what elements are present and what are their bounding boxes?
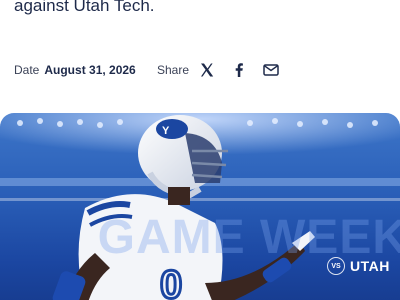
- opponent-name: UTAH: [350, 258, 390, 274]
- share-label: Share: [157, 63, 190, 77]
- email-icon: [263, 64, 279, 76]
- page: against Utah Tech. Date August 31, 2026 …: [0, 0, 400, 300]
- share-email-button[interactable]: [261, 60, 281, 80]
- matchup-badge: VS UTAH: [327, 257, 390, 275]
- share-bar: Share: [157, 59, 293, 81]
- hero-watermark-text: GAME WEEK: [97, 211, 400, 264]
- share-facebook-button[interactable]: [229, 60, 249, 80]
- vs-badge: VS: [327, 257, 345, 275]
- date-label: Date: [14, 63, 40, 77]
- article-text: against Utah Tech.: [14, 0, 155, 15]
- hero-image: 0 Y GAME WEEK VS UTAH: [0, 113, 400, 300]
- date-value: August 31, 2026: [44, 63, 136, 77]
- x-icon: [201, 63, 214, 77]
- svg-text:Y: Y: [162, 125, 170, 137]
- facebook-icon: [235, 63, 243, 77]
- date-meta: Date August 31, 2026: [14, 59, 136, 81]
- svg-text:0: 0: [160, 263, 182, 300]
- share-x-button[interactable]: [197, 60, 217, 80]
